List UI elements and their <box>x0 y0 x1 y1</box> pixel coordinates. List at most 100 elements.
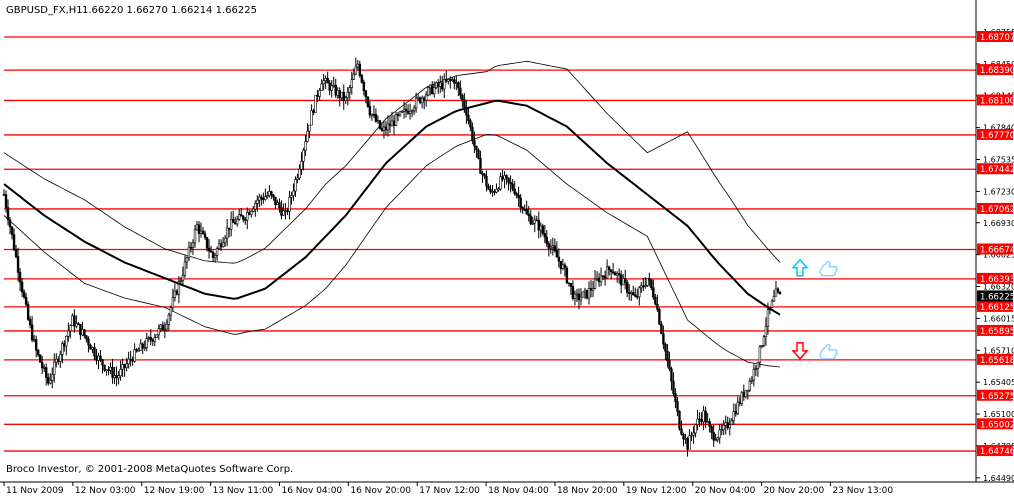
candle-body <box>479 157 482 174</box>
candle-body <box>59 354 62 362</box>
candle-body <box>519 197 522 208</box>
candle-body <box>244 219 247 221</box>
chart-ohlc: 1.66220 1.66270 1.66214 1.66225 <box>82 5 257 16</box>
candle-body <box>585 289 589 299</box>
candle-body <box>157 328 160 336</box>
candle-body <box>672 380 675 394</box>
candle-body <box>123 364 126 368</box>
candle-body <box>51 374 54 381</box>
candle-body <box>97 355 100 361</box>
candle-body <box>384 126 388 131</box>
level-label: 1.66125 <box>980 303 1014 313</box>
candle-body <box>475 145 478 151</box>
candle-body <box>501 176 504 180</box>
candle-body <box>426 87 430 96</box>
candle-body <box>662 333 665 345</box>
candle-body <box>314 94 317 113</box>
level-label: 1.65275 <box>980 392 1014 402</box>
candle-body <box>692 432 695 436</box>
candle-body <box>348 87 351 93</box>
candle-body <box>684 438 687 440</box>
candle-body <box>24 296 28 305</box>
candle-body <box>173 290 177 298</box>
candle-body <box>537 219 540 231</box>
candle-body <box>396 114 400 116</box>
candle-body <box>696 418 699 425</box>
candle-body <box>26 304 30 320</box>
candle-body <box>648 278 651 281</box>
candle-body <box>175 290 179 295</box>
candle-body <box>754 368 758 370</box>
candle-body <box>209 250 213 253</box>
candle-body <box>217 243 221 249</box>
candle-body <box>666 350 669 362</box>
candle-body <box>195 224 199 231</box>
price-chart[interactable]: 1.687551.684501.681451.678401.675351.672… <box>0 0 1014 496</box>
candle-body <box>47 377 50 384</box>
candle-body <box>211 251 215 258</box>
candle-body <box>310 110 313 126</box>
candle-body <box>652 287 655 298</box>
candle-body <box>402 108 406 112</box>
candle-body <box>394 114 398 126</box>
candle-body <box>278 202 281 208</box>
candle-body <box>746 389 750 392</box>
candle-body <box>191 242 195 248</box>
candle-body <box>382 126 386 131</box>
candle-body <box>318 90 321 97</box>
candle-body <box>330 85 333 91</box>
candle-body <box>700 419 703 423</box>
candle-body <box>87 338 90 346</box>
candle-body <box>227 227 231 230</box>
candle-body <box>89 344 92 350</box>
candle-body <box>591 288 595 291</box>
candle-body <box>252 208 255 212</box>
candle-body <box>660 323 663 334</box>
candle-body <box>135 349 138 352</box>
chart-background <box>0 0 1014 495</box>
candle-body <box>95 355 98 361</box>
candle-body <box>137 350 140 352</box>
candle-body <box>398 111 402 116</box>
candle-body <box>236 218 239 225</box>
candle-body <box>187 246 191 258</box>
candle-body <box>225 227 229 239</box>
candle-body <box>764 325 768 338</box>
candle-body <box>370 113 374 116</box>
level-label: 1.65002 <box>980 420 1014 430</box>
candle-body <box>93 347 96 357</box>
candle-body <box>113 375 116 378</box>
chart-symbol: GBPUSD_FX,H1 <box>6 5 83 16</box>
candle-body <box>342 91 345 101</box>
candle-body <box>414 97 418 109</box>
candle-body <box>581 291 585 298</box>
candle-body <box>43 367 46 369</box>
candle-body <box>324 78 327 81</box>
candle-body <box>380 128 384 131</box>
candle-body <box>740 392 744 404</box>
candle-body <box>133 349 136 362</box>
candle-body <box>714 439 717 442</box>
candle-body <box>716 437 719 441</box>
candle-body <box>103 364 106 371</box>
candle-body <box>422 97 426 101</box>
candle-body <box>517 194 520 199</box>
candle-body <box>374 114 378 122</box>
candle-body <box>143 347 146 349</box>
candle-body <box>617 273 621 276</box>
candle-body <box>447 79 450 82</box>
candle-body <box>125 363 128 368</box>
candle-body <box>459 87 462 96</box>
candle-body <box>49 379 52 384</box>
candle-body <box>302 149 305 162</box>
price-tick-label: 1.67230 <box>983 187 1014 196</box>
candle-body <box>443 79 446 90</box>
candle-body <box>290 195 293 198</box>
candle-body <box>551 245 555 248</box>
candle-body <box>523 209 526 211</box>
candle-body <box>109 367 112 371</box>
candle-body <box>205 237 209 249</box>
candle-body <box>772 295 776 302</box>
candle-body <box>77 323 80 325</box>
candle-body <box>322 80 325 85</box>
